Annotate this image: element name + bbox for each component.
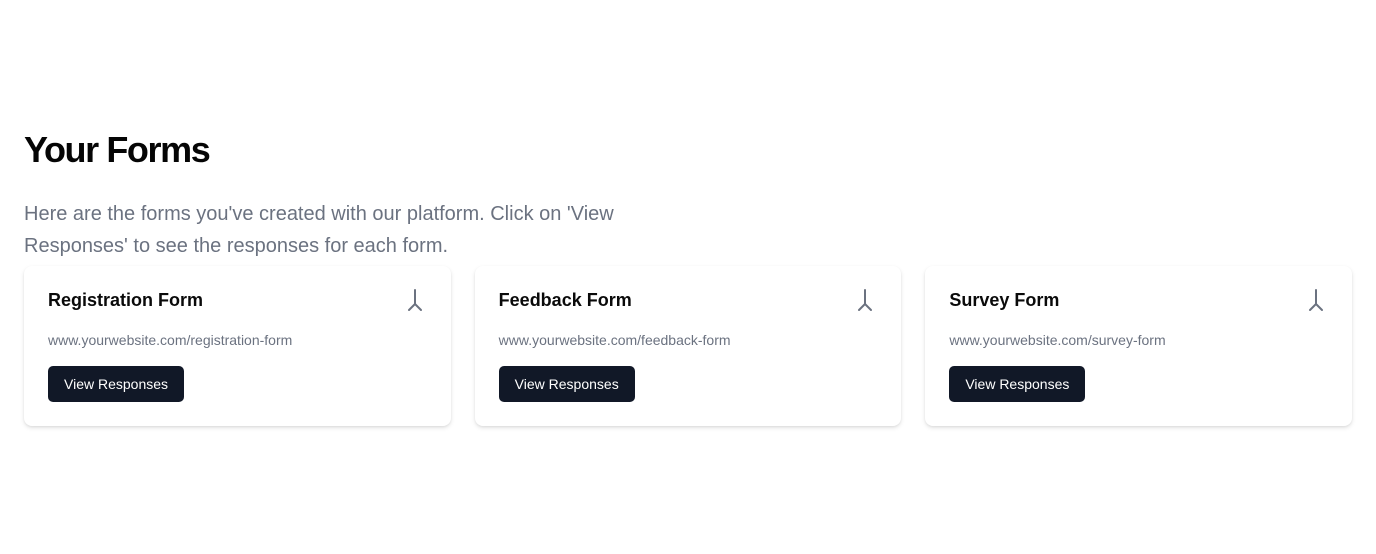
view-responses-button[interactable]: View Responses bbox=[498, 366, 635, 402]
view-responses-button[interactable]: View Responses bbox=[949, 366, 1086, 402]
form-title: Feedback Form bbox=[498, 290, 632, 310]
page-title: Your Forms bbox=[24, 129, 211, 170]
form-card-registration: Registration Form www.yourwebsite.com/re… bbox=[24, 266, 451, 426]
form-url: www.yourwebsite.com/feedback-form bbox=[498, 332, 731, 348]
merge-icon bbox=[1304, 288, 1328, 314]
form-url: www.yourwebsite.com/registration-form bbox=[48, 332, 293, 348]
form-url: www.yourwebsite.com/survey-form bbox=[949, 332, 1166, 348]
page-description: Here are the forms you've created with o… bbox=[24, 203, 614, 257]
form-title: Registration Form bbox=[48, 290, 204, 310]
merge-icon bbox=[853, 288, 877, 314]
form-card-feedback: Feedback Form www.yourwebsite.com/feedba… bbox=[474, 266, 902, 426]
forms-list: Registration Form www.yourwebsite.com/re… bbox=[24, 266, 1353, 426]
form-title: Survey Form bbox=[949, 290, 1060, 310]
page-header: Your Forms Here are the forms you've cre… bbox=[24, 128, 644, 262]
merge-icon bbox=[403, 288, 427, 314]
view-responses-button[interactable]: View Responses bbox=[48, 366, 185, 402]
form-card-survey: Survey Form www.yourwebsite.com/survey-f… bbox=[925, 266, 1353, 426]
